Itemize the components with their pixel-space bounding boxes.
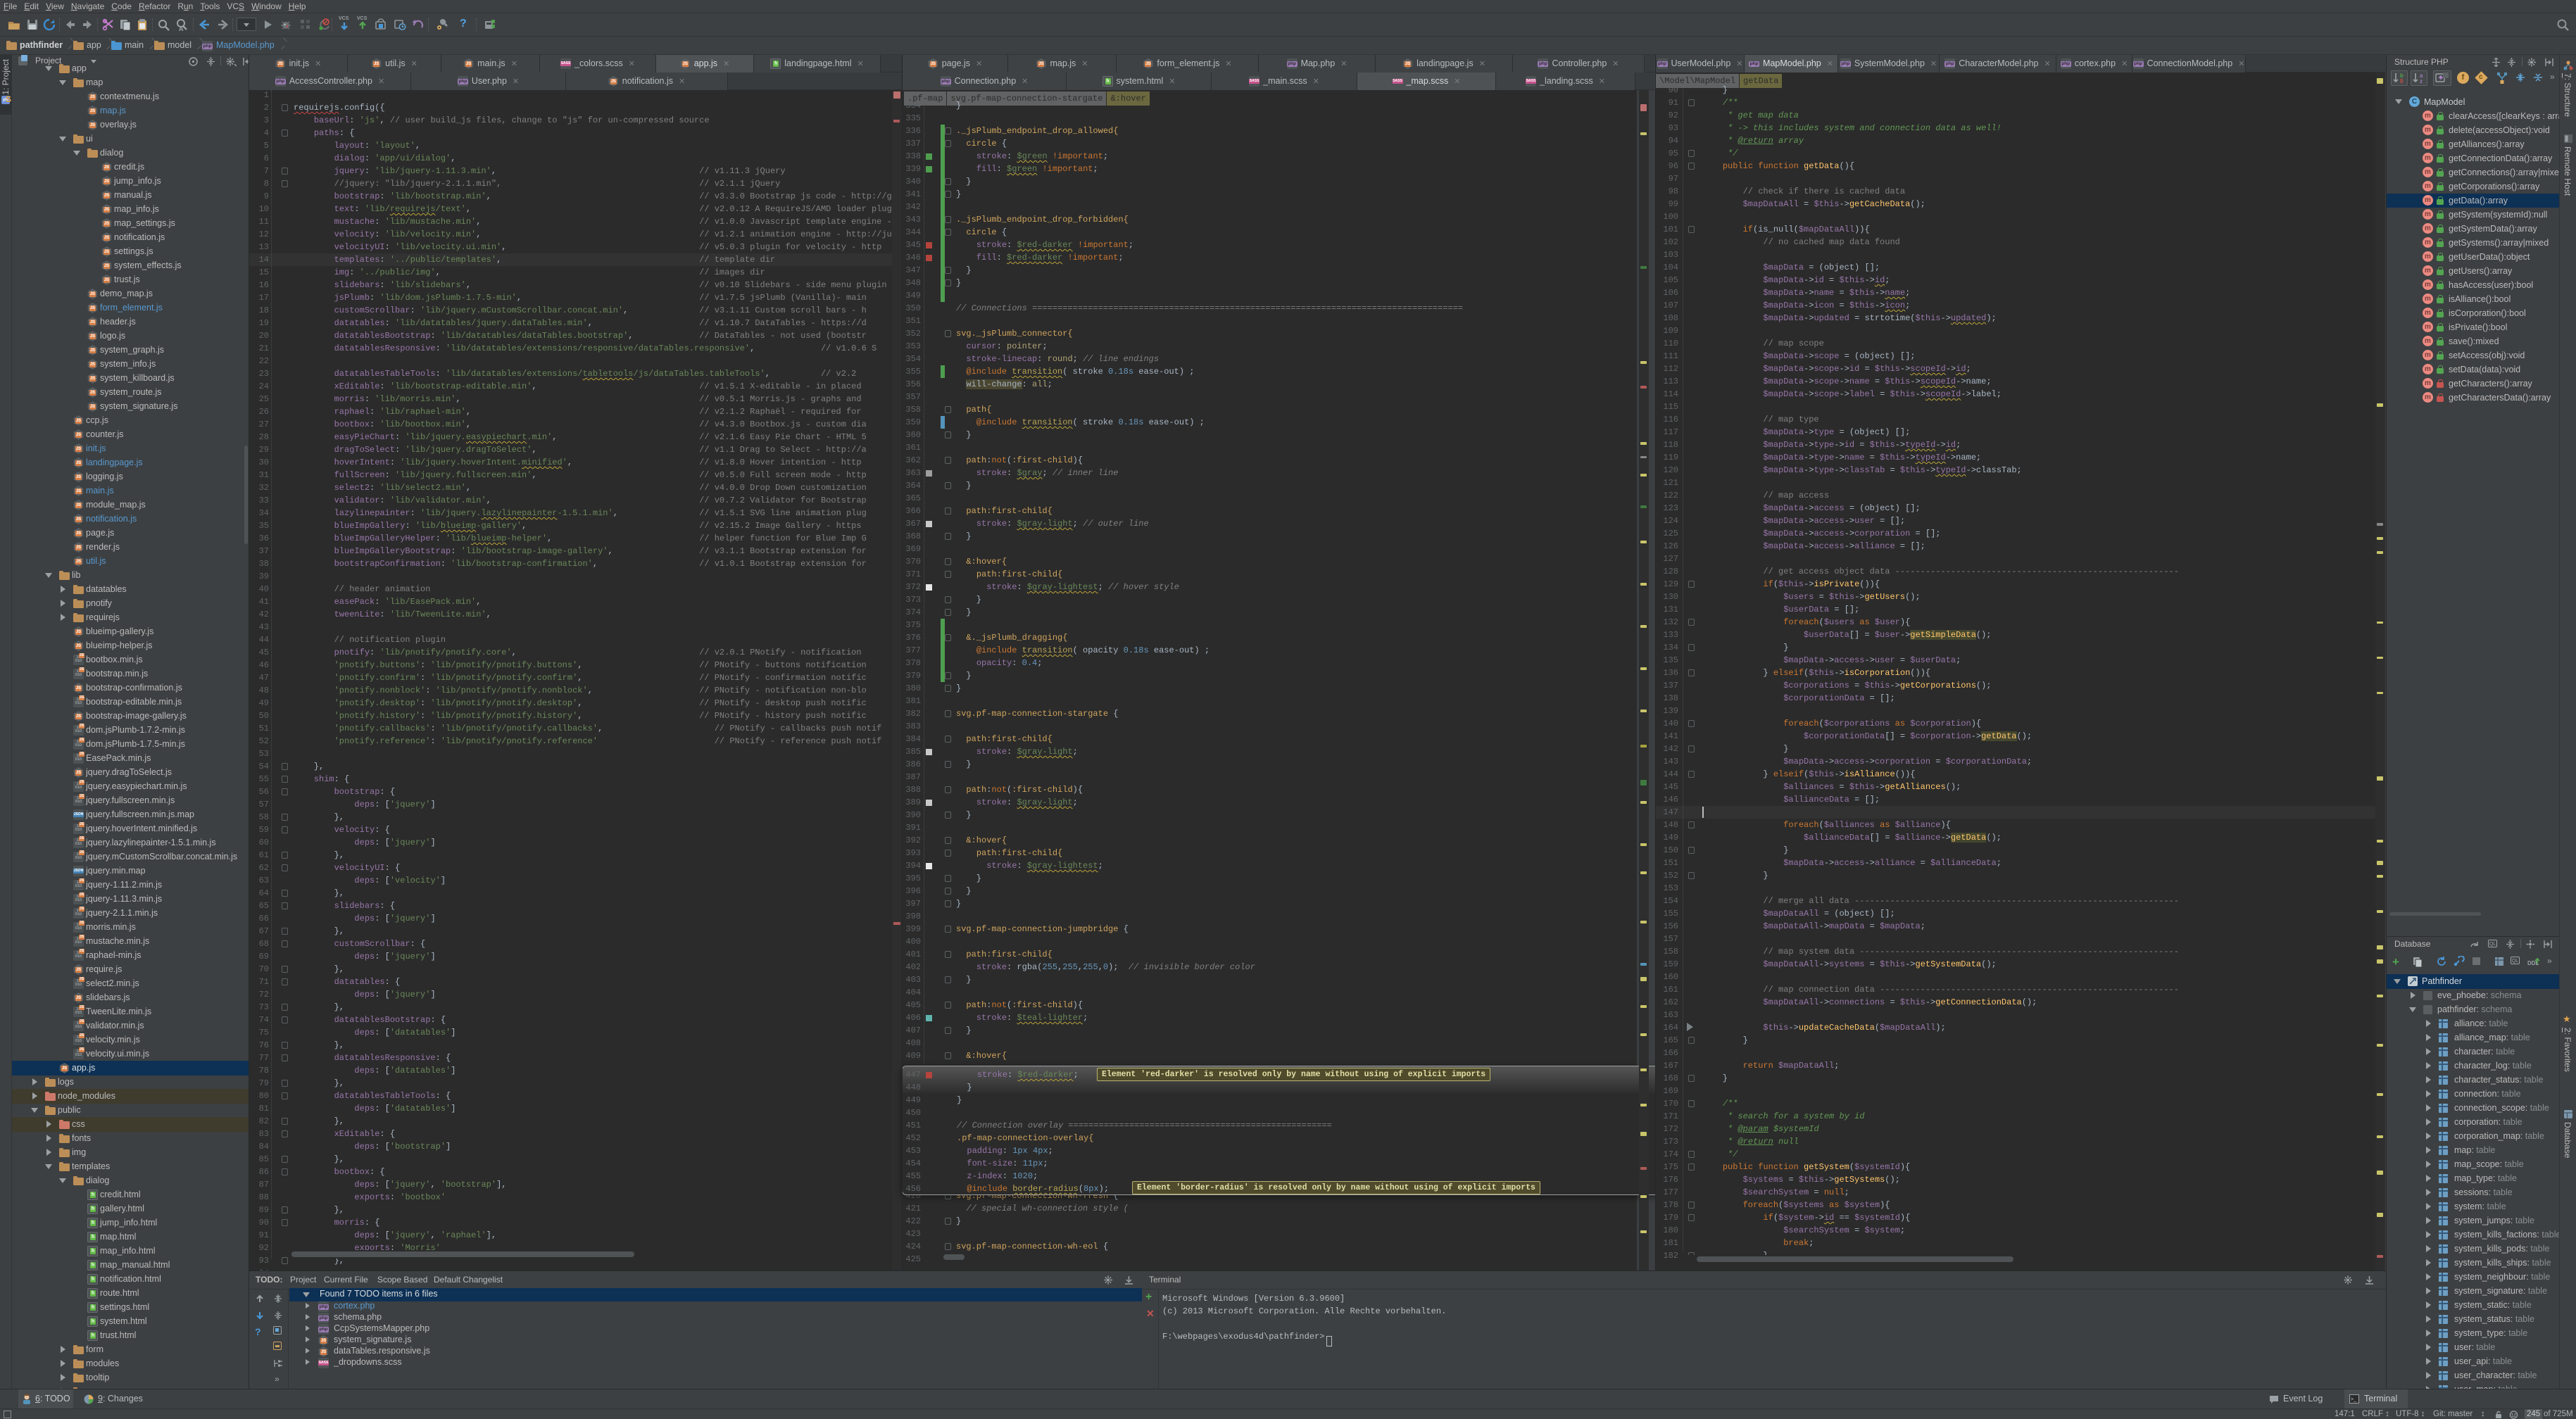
svg-text:A: A: [179, 25, 184, 32]
svg-text:z: z: [2420, 78, 2423, 84]
svg-text:8: 8: [2400, 78, 2404, 84]
